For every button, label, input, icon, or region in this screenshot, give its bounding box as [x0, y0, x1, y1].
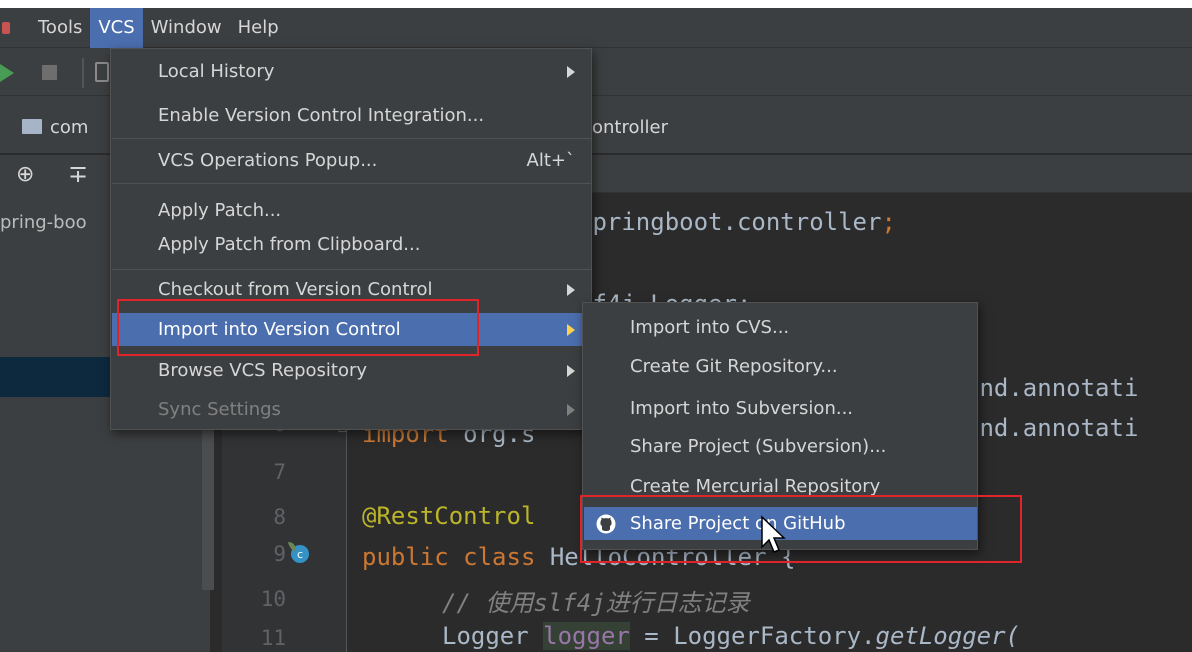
line-number: 10	[260, 587, 286, 611]
submenu-arrow-icon	[567, 364, 575, 377]
menu-separator	[112, 269, 591, 270]
menu-separator	[112, 138, 591, 139]
submenu-item-import-cvs[interactable]: Import into CVS...	[584, 311, 977, 344]
locate-icon[interactable]: ⊕	[16, 162, 34, 187]
collapse-all-icon[interactable]: ∓	[68, 160, 88, 188]
line-number: 11	[260, 626, 286, 650]
spring-bean-icon[interactable]: c	[284, 538, 312, 566]
breadcrumb-controller[interactable]: ontroller	[592, 117, 668, 138]
menu-window[interactable]: Window	[143, 8, 230, 48]
submenu-arrow-icon	[567, 323, 575, 336]
submenu-item-share-subversion[interactable]: Share Project (Subversion)...	[584, 430, 977, 463]
line-number: 9	[273, 542, 286, 566]
menu-tools[interactable]: Tools	[30, 8, 90, 48]
mouse-cursor-icon	[761, 515, 786, 553]
project-tree-item[interactable]: pring-boo	[0, 212, 87, 233]
menu-separator	[112, 183, 591, 184]
highlight-box-github	[580, 495, 1022, 563]
menu-item-browse-vcs-repository[interactable]: Browse VCS Repository	[112, 354, 591, 387]
line-number: 7	[273, 460, 286, 484]
menu-item-enable-vcs-integration[interactable]: Enable Version Control Integration...	[112, 99, 591, 132]
svg-text:c: c	[297, 548, 303, 561]
toolbar-divider	[82, 58, 84, 88]
folder-icon	[22, 119, 42, 134]
code-line[interactable]: @RestControl	[362, 502, 535, 530]
project-structure-icon[interactable]	[95, 62, 109, 82]
code-line[interactable]: ind.annotati	[965, 414, 1138, 442]
line-number: 8	[273, 505, 286, 529]
menu-item-apply-patch-clipboard[interactable]: Apply Patch from Clipboard...	[112, 228, 591, 261]
menu-item-local-history[interactable]: Local History	[112, 55, 591, 88]
menu-item-vcs-operations-popup[interactable]: VCS Operations Popup... Alt+`	[112, 144, 591, 177]
code-line[interactable]: Logger logger = LoggerFactory.getLogger(	[442, 622, 1020, 650]
submenu-arrow-icon	[567, 403, 575, 416]
vcs-dropdown-menu: Local History Enable Version Control Int…	[110, 48, 592, 430]
code-line[interactable]: springboot.controller;	[578, 208, 896, 236]
menu-bar: Tools VCS Window Help	[0, 7, 1192, 48]
submenu-item-import-subversion[interactable]: Import into Subversion...	[584, 392, 977, 425]
menu-vcs[interactable]: VCS	[90, 7, 143, 48]
app-menu-icon	[2, 22, 10, 34]
submenu-item-create-git-repository[interactable]: Create Git Repository...	[584, 350, 977, 383]
code-line[interactable]: ind.annotati	[965, 374, 1138, 402]
menu-item-sync-settings[interactable]: Sync Settings	[112, 393, 591, 426]
menu-help[interactable]: Help	[230, 8, 287, 48]
run-icon[interactable]	[0, 64, 14, 82]
stop-icon[interactable]	[42, 65, 57, 80]
breadcrumb-com[interactable]: com	[50, 117, 88, 138]
highlight-box-import	[117, 299, 479, 356]
submenu-arrow-icon	[567, 65, 575, 78]
submenu-arrow-icon	[567, 283, 575, 296]
code-comment[interactable]: // 使用slf4j进行日志记录	[442, 583, 750, 618]
menu-item-apply-patch[interactable]: Apply Patch...	[112, 194, 591, 227]
